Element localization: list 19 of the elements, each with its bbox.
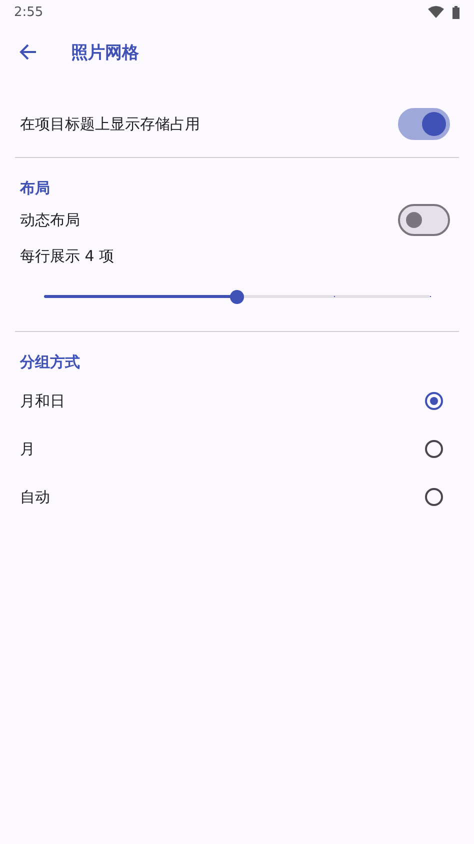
slider-thumb[interactable] xyxy=(230,290,244,304)
radio-button[interactable] xyxy=(425,392,443,410)
radio-button[interactable] xyxy=(425,440,443,458)
setting-label: 在项目标题上显示存储占用 xyxy=(20,114,200,134)
radio-button[interactable] xyxy=(425,488,443,506)
option-label: 月和日 xyxy=(20,392,65,410)
setting-label: 每行展示 4 项 xyxy=(19,247,116,267)
battery-icon xyxy=(452,6,460,18)
section-header: 分组方式 xyxy=(18,353,81,373)
toggle-switch[interactable] xyxy=(398,108,450,140)
status-time: 2:55 xyxy=(14,4,44,20)
option-label: 自动 xyxy=(20,488,50,506)
section-header: 布局 xyxy=(18,179,51,199)
toggle-switch[interactable] xyxy=(398,204,450,236)
back-button[interactable] xyxy=(18,42,38,62)
option-label: 月 xyxy=(20,440,35,458)
screen-title: 照片网格 xyxy=(71,42,139,64)
wifi-icon xyxy=(428,6,444,18)
setting-label: 动态布局 xyxy=(20,210,80,230)
